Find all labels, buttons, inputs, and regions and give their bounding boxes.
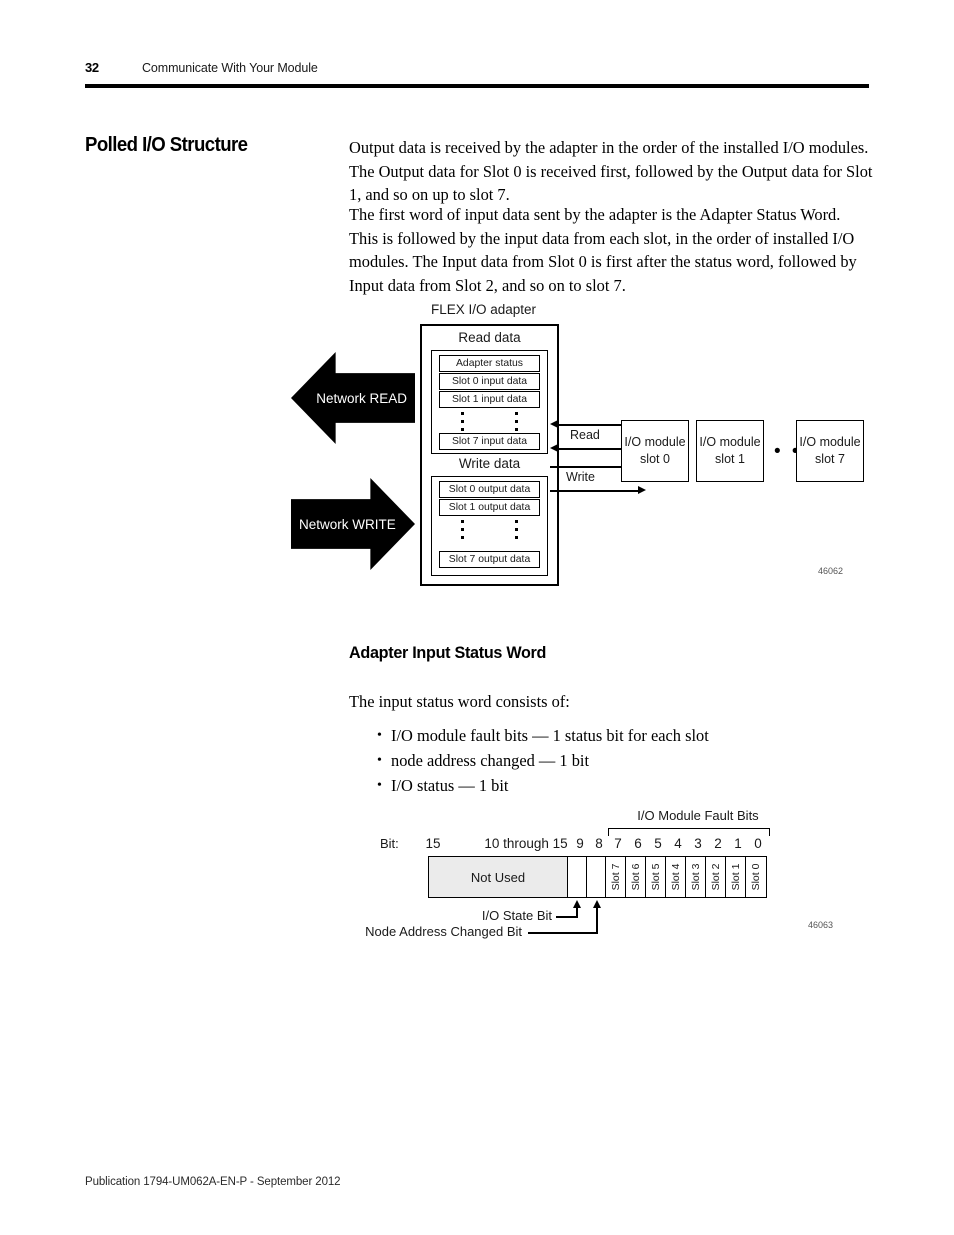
io-state-bit-arrow xyxy=(573,900,581,908)
bit-number-1: 1 xyxy=(734,836,742,851)
bit-number-3: 3 xyxy=(694,836,702,851)
polled-io-diagram: FLEX I/O adapter Read data Adapter statu… xyxy=(285,298,885,598)
footer-publication: Publication 1794-UM062A-EN-P - September… xyxy=(85,1176,341,1188)
subsection-heading: Adapter Input Status Word xyxy=(349,643,547,662)
bit-cell-slot-7-label: Slot 7 xyxy=(609,863,622,891)
bit-cell-slot-5: Slot 5 xyxy=(646,857,666,897)
bit-number-0: 0 xyxy=(754,836,762,851)
network-write-arrow: Network WRITE xyxy=(291,478,415,570)
bit-cell-slot-6: Slot 6 xyxy=(626,857,646,897)
bit-range-10-15: 10 through 15 xyxy=(484,836,568,851)
bit-cell-slot-0-label: Slot 0 xyxy=(750,863,762,891)
fault-bits-bracket xyxy=(608,828,770,836)
bit-cell-slot-1: Slot 1 xyxy=(726,857,746,897)
io-module-slot-7-line2: slot 7 xyxy=(815,452,845,466)
bit-number-7: 7 xyxy=(614,836,622,851)
read-cell-slot1: Slot 1 input data xyxy=(439,391,540,408)
write-cell-slot0: Slot 0 output data xyxy=(439,481,540,498)
node-address-changed-bit-label: Node Address Changed Bit xyxy=(365,924,522,939)
network-write-label: Network WRITE xyxy=(299,516,396,532)
write-data-label: Write data xyxy=(458,456,521,471)
status-word-bitmap-diagram: I/O Module Fault Bits Bit: 15 10 through… xyxy=(365,808,880,958)
bit-cell-slot-2-label: Slot 2 xyxy=(709,863,722,891)
status-word-bullet-list: I/O module fault bits — 1 status bit for… xyxy=(349,723,873,798)
node-address-changed-bit-arrow xyxy=(593,900,601,908)
bit-cell-slot-2: Slot 2 xyxy=(706,857,726,897)
list-item: I/O module fault bits — 1 status bit for… xyxy=(349,723,873,748)
chapter-title: Communicate With Your Module xyxy=(142,61,318,75)
paragraph-output-data-order: Output data is received by the adapter i… xyxy=(349,138,873,204)
bit-number-15: 15 xyxy=(425,836,441,851)
bit-cell-slot-1-label: Slot 1 xyxy=(729,863,742,891)
node-address-bit-leader-horizontal xyxy=(528,932,598,934)
figure-label-46062: 46062 xyxy=(818,566,844,576)
bit-number-8: 8 xyxy=(595,836,603,851)
io-module-slot-7-line1: I/O module xyxy=(799,435,861,449)
read-data-label: Read data xyxy=(458,330,521,345)
figure-label-46063: 46063 xyxy=(808,920,834,930)
io-state-bit-leader-horizontal xyxy=(556,916,578,918)
bit-cell-not-used: Not Used xyxy=(429,857,568,897)
list-item: node address changed — 1 bit xyxy=(349,748,873,773)
io-module-slot-1: I/O module slot 1 xyxy=(696,420,764,482)
list-item: I/O status — 1 bit xyxy=(349,773,873,798)
read-cell-adapter-status: Adapter status xyxy=(439,355,540,372)
write-cell-slot7: Slot 7 output data xyxy=(439,551,540,568)
bit-cell-slot-5-label: Slot 5 xyxy=(649,863,662,891)
io-module-slot-0-line1: I/O module xyxy=(624,435,686,449)
page-number: 32 xyxy=(85,60,99,75)
bit-cell-slot-3: Slot 3 xyxy=(686,857,706,897)
bit-cell-slot-0: Slot 0 xyxy=(746,857,766,897)
network-read-arrow: Network READ xyxy=(291,352,415,444)
read-cell-slot0: Slot 0 input data xyxy=(439,373,540,390)
io-module-slot-0-line2: slot 0 xyxy=(640,452,670,466)
io-module-slot-1-line1: I/O module xyxy=(699,435,761,449)
read-cell-slot7: Slot 7 input data xyxy=(439,433,540,450)
paragraph-status-word-intro: The input status word consists of: xyxy=(349,692,570,711)
header-divider xyxy=(85,84,869,88)
bit-axis-label: Bit: xyxy=(380,836,399,851)
bit-number-4: 4 xyxy=(674,836,682,851)
bit-number-9: 9 xyxy=(576,836,584,851)
bit-number-6: 6 xyxy=(634,836,642,851)
bit-cell-slot-7: Slot 7 xyxy=(606,857,626,897)
bit-cell-9-io-state xyxy=(568,857,587,897)
bit-cell-8-node-address-changed xyxy=(587,857,606,897)
status-word-bit-row: Not Used Slot 7 Slot 6 Slot 5 Slot 4 Slo… xyxy=(428,856,767,898)
io-module-slot-7: I/O module slot 7 xyxy=(796,420,864,482)
page-header: 32 Communicate With Your Module xyxy=(85,60,869,92)
io-state-bit-label: I/O State Bit xyxy=(481,908,552,923)
io-module-slot-1-line2: slot 1 xyxy=(715,452,745,466)
fault-bits-caption: I/O Module Fault Bits xyxy=(637,808,759,823)
write-line-label: Write xyxy=(564,470,597,484)
bit-cell-slot-6-label: Slot 6 xyxy=(629,863,642,891)
bit-cell-slot-4: Slot 4 xyxy=(666,857,686,897)
network-read-label: Network READ xyxy=(316,390,407,406)
bit-cell-slot-4-label: Slot 4 xyxy=(669,863,682,891)
write-cells-ellipsis-dots xyxy=(439,520,540,540)
write-cell-slot1: Slot 1 output data xyxy=(439,499,540,516)
bit-number-5: 5 xyxy=(654,836,662,851)
section-heading: Polled I/O Structure xyxy=(85,134,248,156)
read-cells-ellipsis-dots xyxy=(439,412,540,432)
io-module-slot-0: I/O module slot 0 xyxy=(621,420,689,482)
bit-cell-slot-3-label: Slot 3 xyxy=(689,863,702,891)
read-line-label: Read xyxy=(568,428,602,442)
node-address-bit-leader-vertical xyxy=(596,908,598,934)
bit-number-2: 2 xyxy=(714,836,722,851)
paragraph-input-data-order: The first word of input data sent by the… xyxy=(349,205,857,295)
flex-adapter-caption: FLEX I/O adapter xyxy=(431,302,537,317)
